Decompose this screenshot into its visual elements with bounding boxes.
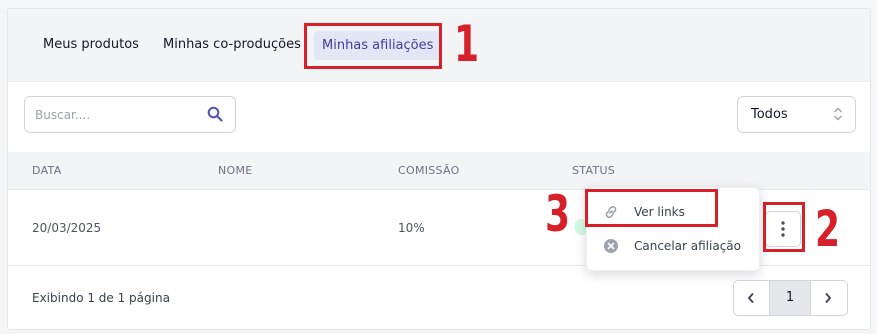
menu-item-label: Cancelar afiliação [634,239,741,253]
annotation-box-2 [763,202,805,252]
cell-data: 20/03/2025 [32,221,102,235]
next-page-button[interactable] [811,281,847,315]
column-header-comissao: COMISSÃO [398,164,460,177]
pagination-summary: Exibindo 1 de 1 página [32,291,170,305]
cancel-circle-icon [603,238,619,258]
tab-meus-produtos[interactable]: Meus produtos [43,37,139,52]
chevron-right-icon [825,292,832,304]
status-filter-value: Todos [751,107,788,122]
column-header-nome: NOME [218,164,253,177]
annotation-number-1: 1 [454,15,480,73]
cell-comissao: 10% [398,221,425,235]
tab-minhas-coproducoes[interactable]: Minhas co-produções [163,37,301,52]
annotation-box-1 [304,23,442,69]
table-header: DATA NOME COMISSÃO STATUS [8,152,870,190]
menu-item-cancelar-afiliacao[interactable]: Cancelar afiliação [587,231,759,261]
column-header-data: DATA [32,164,62,177]
chevron-up-down-icon [833,106,843,126]
previous-page-button[interactable] [734,281,770,315]
annotation-number-2: 2 [815,200,841,258]
pagination: 1 [733,280,848,316]
annotation-number-3: 3 [545,185,571,243]
search-icon[interactable] [207,106,223,126]
status-filter-select[interactable]: Todos [737,96,856,133]
search-input[interactable] [33,105,207,125]
page-number-current[interactable]: 1 [770,281,811,315]
search-box [24,96,236,133]
chevron-left-icon [747,292,754,304]
annotation-box-3 [585,189,718,227]
column-header-status: STATUS [572,164,616,177]
